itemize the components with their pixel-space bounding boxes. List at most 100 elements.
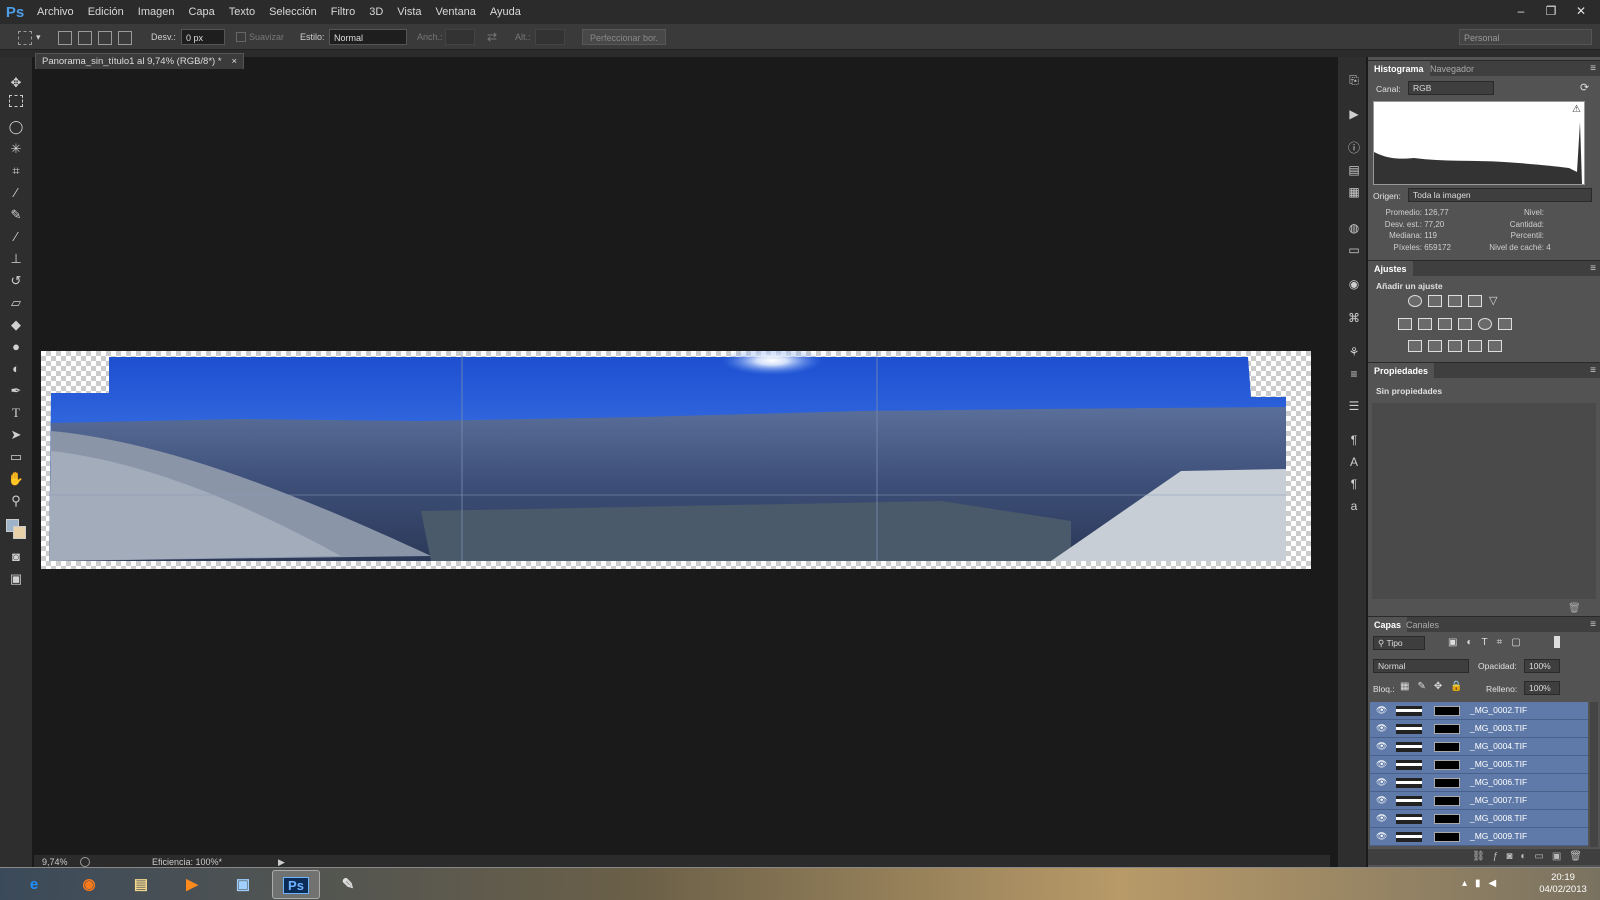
menu-seleccion[interactable]: Selección [262, 0, 324, 24]
delete-properties-icon[interactable]: 🗑 [1568, 603, 1581, 614]
document-tab[interactable]: Panorama_sin_título1 al 9,74% (RGB/8*) *… [35, 53, 245, 69]
file-explorer-icon[interactable]: ▤ [117, 870, 165, 899]
tray-icons[interactable]: ▴▮◀ [1462, 878, 1504, 889]
brush-tool-icon[interactable]: ⁄ [5, 227, 27, 247]
menu-filtro[interactable]: Filtro [324, 0, 362, 24]
layer-comps-icon[interactable]: ▦ [1346, 185, 1362, 199]
color-lookup-icon[interactable] [1498, 318, 1512, 330]
firefox-icon[interactable]: ◉ [65, 870, 113, 899]
curves-icon[interactable] [1448, 295, 1462, 307]
magic-wand-tool-icon[interactable]: ✳ [5, 139, 27, 159]
visibility-eye-icon[interactable]: 👁 [1376, 777, 1387, 788]
character-styles-icon[interactable]: a [1346, 499, 1362, 513]
swap-icon[interactable]: ⇄ [487, 29, 497, 45]
marquee-tool-icon[interactable] [9, 95, 23, 107]
crop-tool-icon[interactable]: ⌗ [5, 161, 27, 181]
document-close-icon[interactable]: × [232, 54, 238, 69]
lasso-tool-icon[interactable]: ◯ [5, 117, 27, 137]
new-selection-icon[interactable] [58, 29, 76, 45]
media-player-icon[interactable]: ▶ [168, 870, 216, 899]
photoshop-taskbar-button[interactable]: Ps [272, 870, 320, 899]
visibility-eye-icon[interactable]: 👁 [1376, 759, 1387, 770]
panel-menu-icon[interactable]: ≡ [1590, 63, 1596, 74]
subtract-selection-icon[interactable] [98, 29, 116, 45]
paint-bucket-tool-icon[interactable]: ◆ [5, 315, 27, 335]
shape-tool-icon[interactable]: ▭ [5, 447, 27, 467]
type-tool-icon[interactable]: T [5, 403, 27, 423]
opacity-input[interactable]: 100% [1524, 659, 1560, 673]
threshold-icon[interactable] [1448, 340, 1462, 352]
feather-input[interactable]: 0 px [181, 29, 225, 45]
actions-panel-icon[interactable]: ▶ [1346, 107, 1362, 121]
visibility-eye-icon[interactable]: 👁 [1376, 831, 1387, 842]
refine-edge-button[interactable]: Perfeccionar bor. [582, 29, 666, 45]
kuler-panel-icon[interactable]: ◉ [1346, 277, 1362, 291]
notes-panel-icon[interactable]: ▤ [1346, 163, 1362, 177]
layer-filter-icons[interactable]: ▣◐T⌗▢ [1448, 637, 1530, 648]
channel-mixer-icon[interactable] [1478, 318, 1492, 330]
lock-icons[interactable]: ▦✎✥🔒 [1400, 681, 1471, 692]
layers-scrollbar[interactable] [1590, 702, 1598, 847]
layer-row[interactable]: 👁 _MG_0002.TIF [1370, 702, 1588, 720]
antialias-checkbox[interactable] [236, 32, 246, 42]
fill-input[interactable]: 100% [1524, 681, 1560, 695]
blend-mode-select[interactable]: Normal [1373, 659, 1469, 673]
close-window-button[interactable]: ✕ [1566, 0, 1596, 24]
paths-panel-icon[interactable]: ⌘ [1346, 311, 1362, 325]
style-select[interactable]: Normal [329, 29, 407, 45]
remote-desktop-icon[interactable]: ▣ [219, 870, 267, 899]
panel-menu-icon[interactable]: ≡ [1590, 619, 1596, 630]
tab-histograma[interactable]: Histograma [1368, 61, 1430, 77]
move-tool-icon[interactable]: ✥ [5, 73, 27, 93]
visibility-eye-icon[interactable]: 👁 [1376, 723, 1387, 734]
history-brush-tool-icon[interactable]: ↺ [5, 271, 27, 291]
source-select[interactable]: Toda la imagen [1408, 188, 1592, 202]
panel-menu-icon[interactable]: ≡ [1590, 365, 1596, 376]
menu-vista[interactable]: Vista [390, 0, 428, 24]
menu-3d[interactable]: 3D [362, 0, 390, 24]
levels-icon[interactable] [1428, 295, 1442, 307]
selective-color-icon[interactable] [1468, 340, 1482, 352]
filter-toggle-icon[interactable] [1554, 636, 1560, 648]
timeline-panel-icon[interactable]: ▭ [1346, 243, 1362, 257]
color-balance-icon[interactable] [1418, 318, 1432, 330]
brush-panel-icon[interactable]: ⚘ [1346, 345, 1362, 359]
add-selection-icon[interactable] [78, 29, 96, 45]
zoom-tool-icon[interactable]: ⚲ [5, 491, 27, 511]
tool-presets-icon[interactable]: ☰ [1346, 399, 1362, 413]
menu-capa[interactable]: Capa [181, 0, 221, 24]
visibility-eye-icon[interactable]: 👁 [1376, 813, 1387, 824]
menu-archivo[interactable]: Archivo [30, 0, 81, 24]
layer-row[interactable]: 👁 _MG_0008.TIF [1370, 810, 1588, 828]
paint-icon[interactable]: ✎ [324, 870, 372, 899]
clone-stamp-tool-icon[interactable]: ⊥ [5, 249, 27, 269]
history-panel-icon[interactable]: ⎘ [1346, 73, 1362, 87]
minimize-button[interactable]: – [1506, 0, 1536, 24]
layer-filter-select[interactable]: ⚲ Tipo [1373, 636, 1425, 650]
paragraph-styles-icon[interactable]: ¶ [1346, 477, 1362, 491]
background-color-swatch[interactable] [13, 526, 26, 539]
refresh-icon[interactable]: ⟳ [1580, 81, 1589, 94]
status-info-icon[interactable] [80, 857, 90, 867]
marquee-preset-icon[interactable]: ▾ [18, 29, 41, 45]
layer-row[interactable]: 👁 _MG_0003.TIF [1370, 720, 1588, 738]
menu-texto[interactable]: Texto [222, 0, 262, 24]
layer-row[interactable]: 👁 _MG_0007.TIF [1370, 792, 1588, 810]
layer-row[interactable]: 👁 _MG_0006.TIF [1370, 774, 1588, 792]
healing-brush-tool-icon[interactable]: ✎ [5, 205, 27, 225]
menu-imagen[interactable]: Imagen [131, 0, 182, 24]
posterize-icon[interactable] [1428, 340, 1442, 352]
gradient-map-icon[interactable] [1488, 340, 1502, 352]
character-panel-icon[interactable]: A [1346, 455, 1362, 469]
blur-tool-icon[interactable]: ● [5, 337, 27, 357]
tab-navegador[interactable]: Navegador [1424, 61, 1480, 77]
brightness-contrast-icon[interactable] [1408, 295, 1422, 307]
channel-select[interactable]: RGB [1408, 81, 1494, 95]
width-input[interactable] [445, 29, 475, 45]
layer-row[interactable]: 👁 _MG_0005.TIF [1370, 756, 1588, 774]
pen-tool-icon[interactable]: ✒ [5, 381, 27, 401]
tab-propiedades[interactable]: Propiedades [1368, 363, 1435, 379]
layer-row[interactable]: 👁 _MG_0004.TIF [1370, 738, 1588, 756]
visibility-eye-icon[interactable]: 👁 [1376, 741, 1387, 752]
menu-ayuda[interactable]: Ayuda [483, 0, 528, 24]
